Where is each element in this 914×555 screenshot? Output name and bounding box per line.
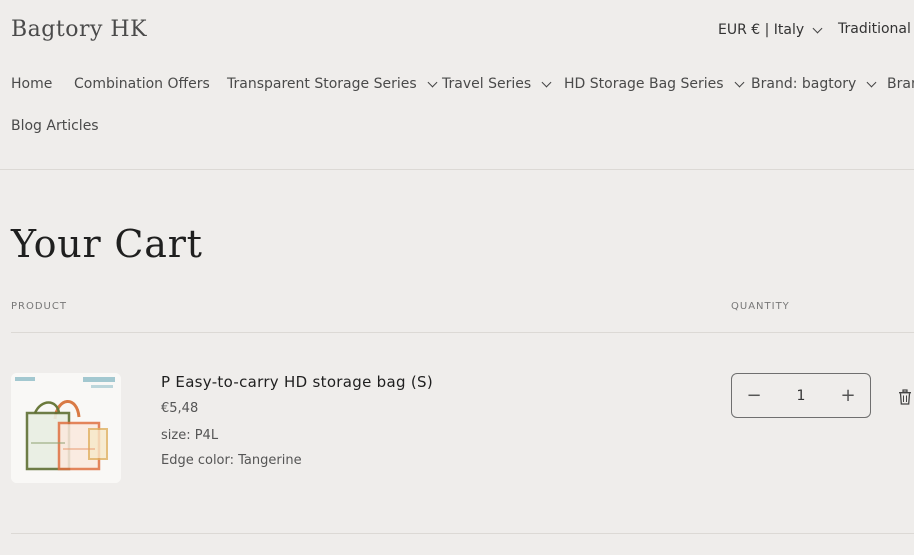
- language-label: Traditional C: [838, 21, 914, 37]
- product-price: €5,48: [161, 401, 199, 416]
- nav-item-label: Blog Articles: [11, 118, 99, 134]
- table-header-divider: [11, 332, 914, 333]
- chevron-down-icon: [541, 77, 552, 87]
- product-option-edge-color: Edge color: Tangerine: [161, 453, 302, 468]
- product-name-link[interactable]: P Easy-to-carry HD storage bag (S): [161, 373, 433, 391]
- column-header-product: PRODUCT: [11, 301, 67, 312]
- nav-item-blog-articles[interactable]: Blog Articles: [11, 118, 99, 134]
- product-thumbnail[interactable]: [11, 373, 121, 483]
- chevron-down-icon: [866, 77, 877, 87]
- quantity-input[interactable]: 1: [781, 388, 821, 404]
- main-nav: Home Combination Offers Transparent Stor…: [11, 76, 914, 136]
- cart-page: Bagtory HK EUR € | Italy Traditional C H…: [0, 0, 914, 555]
- nav-item-label: Bran: [887, 76, 914, 92]
- nav-item-label: Brand: bagtory: [751, 76, 857, 92]
- chevron-down-icon: [734, 77, 745, 87]
- nav-item-travel-series[interactable]: Travel Series: [442, 76, 552, 92]
- chevron-down-icon: [812, 23, 823, 33]
- store-logo[interactable]: Bagtory HK: [11, 17, 147, 42]
- nav-item-label: HD Storage Bag Series: [564, 76, 724, 92]
- header-divider: [0, 169, 914, 170]
- nav-item-label: Home: [11, 76, 53, 92]
- cart-item-divider: [11, 533, 914, 534]
- column-header-quantity: QUANTITY: [731, 301, 790, 312]
- product-option-size: size: P4L: [161, 428, 219, 443]
- remove-item-button[interactable]: [898, 389, 912, 409]
- country-currency-label: EUR € | Italy: [718, 22, 805, 38]
- nav-item-transparent-storage-series[interactable]: Transparent Storage Series: [227, 76, 438, 92]
- decrease-quantity-button[interactable]: −: [732, 374, 776, 417]
- chevron-down-icon: [427, 77, 438, 87]
- product-image: [11, 373, 121, 483]
- nav-item-home[interactable]: Home: [11, 76, 52, 92]
- nav-item-brand-more[interactable]: Bran: [887, 76, 914, 92]
- page-title: Your Cart: [11, 222, 203, 266]
- country-currency-selector[interactable]: EUR € | Italy: [718, 22, 823, 38]
- increase-quantity-button[interactable]: +: [826, 374, 870, 417]
- quantity-stepper: − 1 +: [731, 373, 871, 418]
- nav-item-hd-storage-bag-series[interactable]: HD Storage Bag Series: [564, 76, 745, 92]
- nav-item-brand-bagtory[interactable]: Brand: bagtory: [751, 76, 877, 92]
- nav-item-label: Transparent Storage Series: [227, 76, 417, 92]
- nav-item-combination-offers[interactable]: Combination Offers: [74, 76, 210, 92]
- nav-item-label: Combination Offers: [74, 76, 210, 92]
- trash-icon: [899, 389, 911, 405]
- nav-item-label: Travel Series: [442, 76, 532, 92]
- language-selector[interactable]: Traditional C: [838, 21, 914, 37]
